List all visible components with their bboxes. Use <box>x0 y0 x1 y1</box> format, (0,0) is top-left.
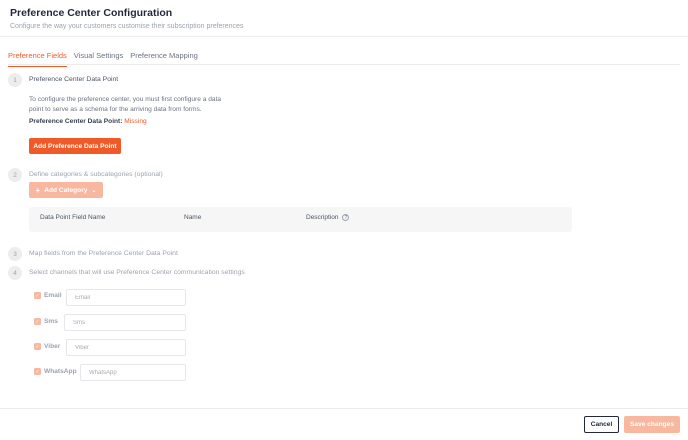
email-checkbox[interactable]: ✓ <box>34 292 41 299</box>
cancel-button[interactable]: Cancel <box>584 416 619 433</box>
whatsapp-label: WhatsApp <box>44 368 77 375</box>
footer-divider <box>0 408 688 409</box>
sms-label: Sms <box>44 318 58 325</box>
page-header: Preference Center Configuration Configur… <box>10 7 243 30</box>
plus-icon: + <box>35 185 41 195</box>
step-title-1: Preference Center Data Point <box>29 76 119 83</box>
data-point-status: Preference Center Data Point: Missing <box>29 118 147 125</box>
data-point-value: Missing <box>124 118 147 125</box>
step-number-1: 1 <box>8 73 22 87</box>
viber-checkbox[interactable]: ✓ <box>34 343 41 350</box>
viber-field[interactable] <box>66 339 186 356</box>
column-header-name: Name <box>184 214 202 221</box>
column-header-description-label: Description <box>306 214 339 222</box>
step1-description: To configure the preference center, you … <box>29 96 222 113</box>
add-category-label: Add Category <box>44 186 88 194</box>
column-header-field-name: Data Point Field Name <box>40 214 106 221</box>
whatsapp-checkbox[interactable]: ✓ <box>34 368 41 375</box>
header-divider <box>0 36 688 37</box>
step-title-2: Define categories & subcategories (optio… <box>29 171 163 178</box>
categories-table-header: Data Point Field Name Name Description ? <box>29 207 572 232</box>
add-category-button[interactable]: + Add Category ⌄ <box>29 182 103 198</box>
add-preference-data-point-button[interactable]: Add Preference Data Point <box>29 138 121 154</box>
email-field[interactable] <box>66 289 186 306</box>
info-icon[interactable]: ? <box>342 214 350 221</box>
channel-whatsapp: ✓ WhatsApp <box>34 368 77 375</box>
page-subtitle: Configure the way your customers customi… <box>10 23 244 30</box>
column-header-description: Description ? <box>306 214 350 222</box>
sms-field[interactable] <box>64 314 186 331</box>
data-point-label: Preference Center Data Point: <box>29 118 123 125</box>
step-number-2: 2 <box>8 168 22 182</box>
save-changes-button[interactable]: Save changes <box>624 416 680 433</box>
step-title-3: Map fields from the Preference Center Da… <box>29 250 178 257</box>
tabs-divider <box>8 64 680 65</box>
whatsapp-field[interactable] <box>80 364 186 381</box>
channel-viber: ✓ Viber <box>34 343 60 350</box>
channel-email: ✓ Email <box>34 292 62 299</box>
chevron-down-icon: ⌄ <box>91 187 97 194</box>
step-number-3: 3 <box>8 247 22 261</box>
page-title: Preference Center Configuration <box>10 7 173 19</box>
channel-sms: ✓ Sms <box>34 318 58 325</box>
sms-checkbox[interactable]: ✓ <box>34 318 41 325</box>
email-label: Email <box>44 292 62 299</box>
step-number-4: 4 <box>8 266 22 280</box>
viber-label: Viber <box>44 343 61 350</box>
step-title-4: Select channels that will use Preference… <box>29 269 245 276</box>
